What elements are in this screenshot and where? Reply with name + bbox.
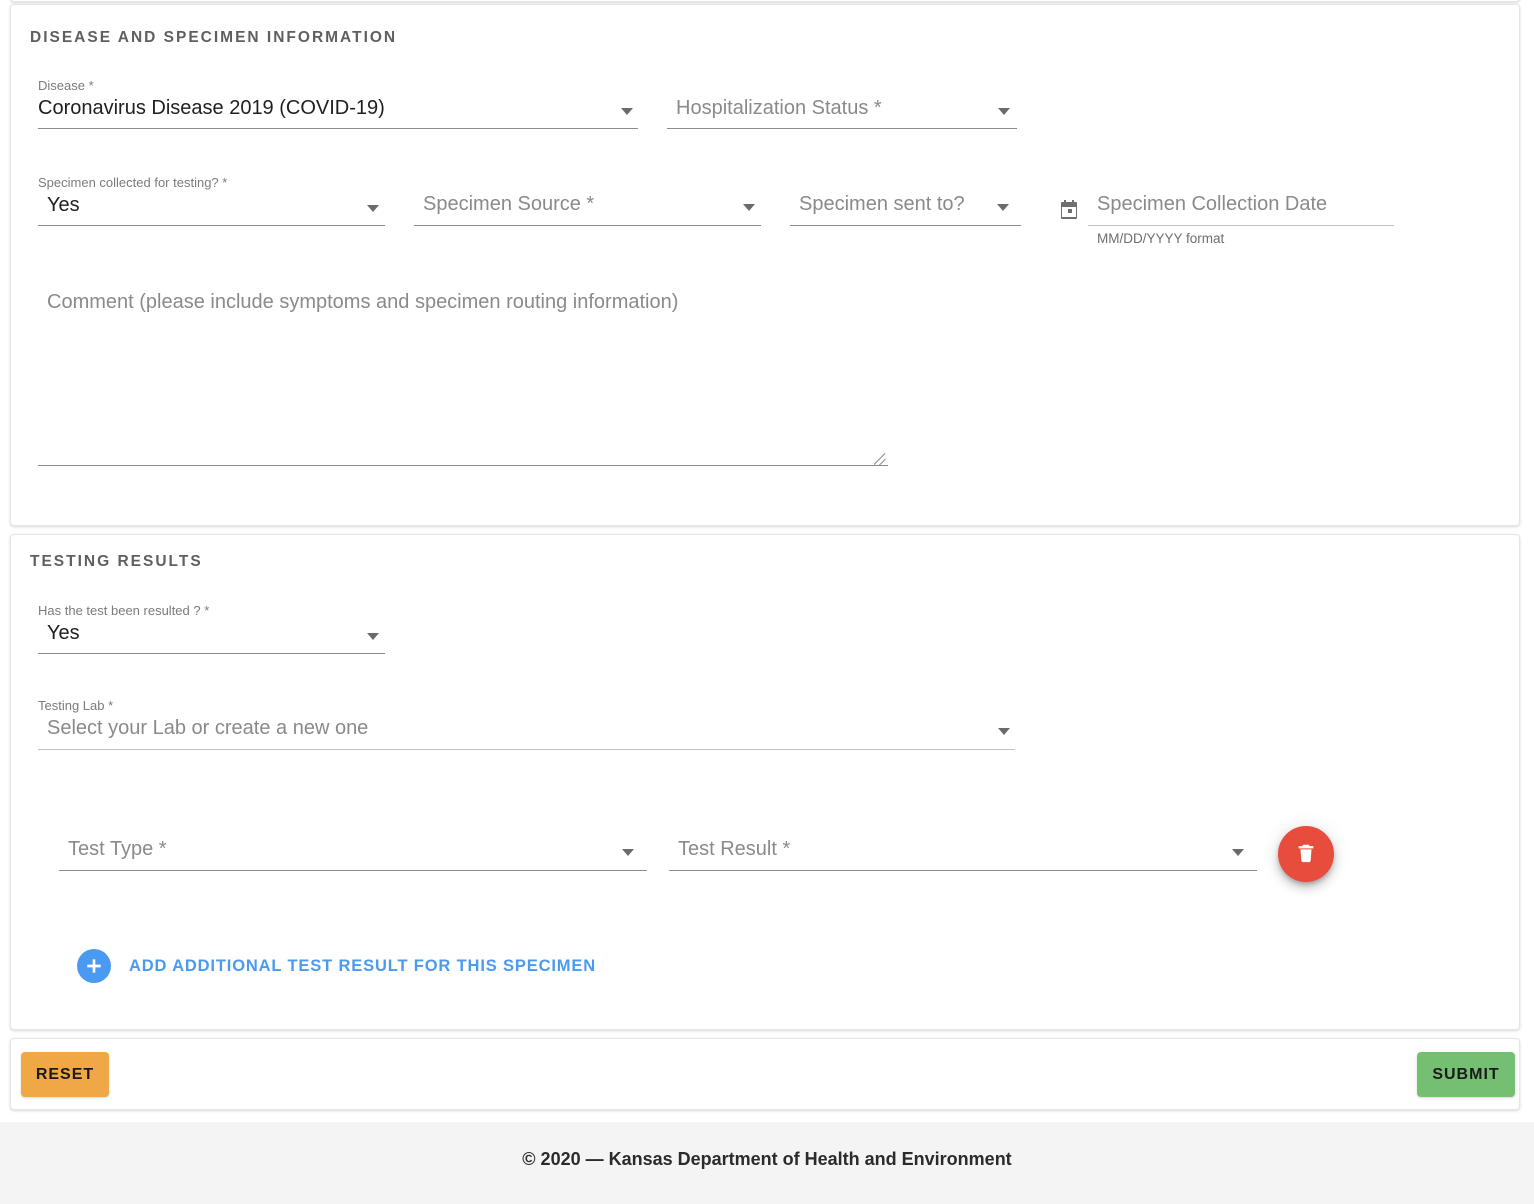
specimen-collection-date-hint: MM/DD/YYYY format bbox=[1097, 231, 1225, 246]
comment-placeholder: Comment (please include symptoms and spe… bbox=[47, 291, 679, 313]
test-result-placeholder: Test Result * bbox=[678, 838, 791, 860]
hospitalization-status-underline bbox=[667, 128, 1017, 129]
reset-button[interactable]: RESET bbox=[21, 1052, 109, 1097]
delete-test-row-button[interactable] bbox=[1278, 826, 1334, 882]
testing-lab-placeholder: Select your Lab or create a new one bbox=[47, 717, 369, 739]
specimen-collected-select[interactable]: Specimen collected for testing? * Yes bbox=[38, 175, 385, 227]
testing-section-title: TESTING RESULTS bbox=[30, 553, 203, 570]
testing-results-card: TESTING RESULTS Has the test been result… bbox=[10, 534, 1520, 1030]
specimen-collected-underline bbox=[38, 225, 385, 226]
page-footer: © 2020 — Kansas Department of Health and… bbox=[0, 1122, 1534, 1204]
comment-underline bbox=[38, 465, 888, 466]
specimen-sent-to-select[interactable]: Specimen sent to? bbox=[790, 193, 1021, 227]
card-above-stub bbox=[10, 0, 1520, 2]
specimen-source-placeholder: Specimen Source * bbox=[423, 193, 595, 215]
chevron-down-icon bbox=[998, 108, 1010, 115]
test-result-underline bbox=[669, 870, 1257, 871]
chevron-down-icon bbox=[367, 205, 379, 212]
has-test-resulted-value: Yes bbox=[47, 622, 80, 644]
testing-lab-label: Testing Lab * bbox=[38, 698, 114, 713]
has-test-resulted-select[interactable]: Has the test been resulted ? * Yes bbox=[38, 603, 385, 655]
specimen-sent-to-underline bbox=[790, 225, 1021, 226]
hospitalization-status-select[interactable]: Hospitalization Status * bbox=[667, 97, 1017, 131]
specimen-collection-date-placeholder: Specimen Collection Date bbox=[1097, 193, 1328, 215]
chevron-down-icon bbox=[622, 849, 634, 856]
submit-button[interactable]: SUBMIT bbox=[1417, 1052, 1515, 1097]
add-test-result-label: ADD ADDITIONAL TEST RESULT FOR THIS SPEC… bbox=[129, 956, 597, 975]
disease-section-title: DISEASE AND SPECIMEN INFORMATION bbox=[30, 29, 398, 46]
testing-lab-underline bbox=[38, 749, 1015, 750]
textarea-resize-handle[interactable] bbox=[874, 453, 888, 467]
disease-select[interactable]: Disease * Coronavirus Disease 2019 (COVI… bbox=[38, 78, 638, 130]
test-result-select[interactable]: Test Result * bbox=[669, 838, 1257, 872]
testing-lab-select[interactable]: Testing Lab * Select your Lab or create … bbox=[38, 698, 1015, 753]
plus-icon bbox=[77, 949, 111, 983]
disease-underline bbox=[38, 128, 638, 129]
chevron-down-icon bbox=[998, 728, 1010, 735]
trash-icon bbox=[1295, 842, 1317, 867]
disease-and-specimen-card: DISEASE AND SPECIMEN INFORMATION Disease… bbox=[10, 4, 1520, 526]
add-test-result-button[interactable]: ADD ADDITIONAL TEST RESULT FOR THIS SPEC… bbox=[77, 949, 596, 983]
test-type-placeholder: Test Type * bbox=[68, 838, 167, 860]
test-type-underline bbox=[59, 870, 647, 871]
specimen-sent-to-placeholder: Specimen sent to? bbox=[799, 193, 965, 215]
comment-textarea[interactable]: Comment (please include symptoms and spe… bbox=[38, 291, 888, 466]
form-page: DISEASE AND SPECIMEN INFORMATION Disease… bbox=[0, 0, 1534, 1204]
chevron-down-icon bbox=[1232, 849, 1244, 856]
specimen-source-underline bbox=[414, 225, 761, 226]
specimen-collected-label: Specimen collected for testing? * bbox=[38, 175, 228, 190]
specimen-source-select[interactable]: Specimen Source * bbox=[414, 193, 761, 227]
specimen-collection-date-input[interactable]: Specimen Collection Date MM/DD/YYYY form… bbox=[1088, 193, 1394, 246]
specimen-collected-value: Yes bbox=[47, 194, 80, 216]
specimen-collection-date-underline bbox=[1088, 225, 1394, 226]
actions-card bbox=[10, 1038, 1520, 1110]
disease-value: Coronavirus Disease 2019 (COVID-19) bbox=[38, 97, 385, 119]
disease-label: Disease * bbox=[38, 78, 94, 93]
has-test-resulted-underline bbox=[38, 653, 385, 654]
chevron-down-icon bbox=[743, 204, 755, 211]
has-test-resulted-label: Has the test been resulted ? * bbox=[38, 603, 210, 618]
chevron-down-icon bbox=[621, 108, 633, 115]
footer-copyright: © 2020 — Kansas Department of Health and… bbox=[522, 1149, 1012, 1169]
hospitalization-status-placeholder: Hospitalization Status * bbox=[676, 97, 882, 119]
chevron-down-icon bbox=[997, 204, 1009, 211]
calendar-icon[interactable] bbox=[1057, 198, 1081, 222]
test-type-select[interactable]: Test Type * bbox=[59, 838, 647, 872]
chevron-down-icon bbox=[367, 633, 379, 640]
